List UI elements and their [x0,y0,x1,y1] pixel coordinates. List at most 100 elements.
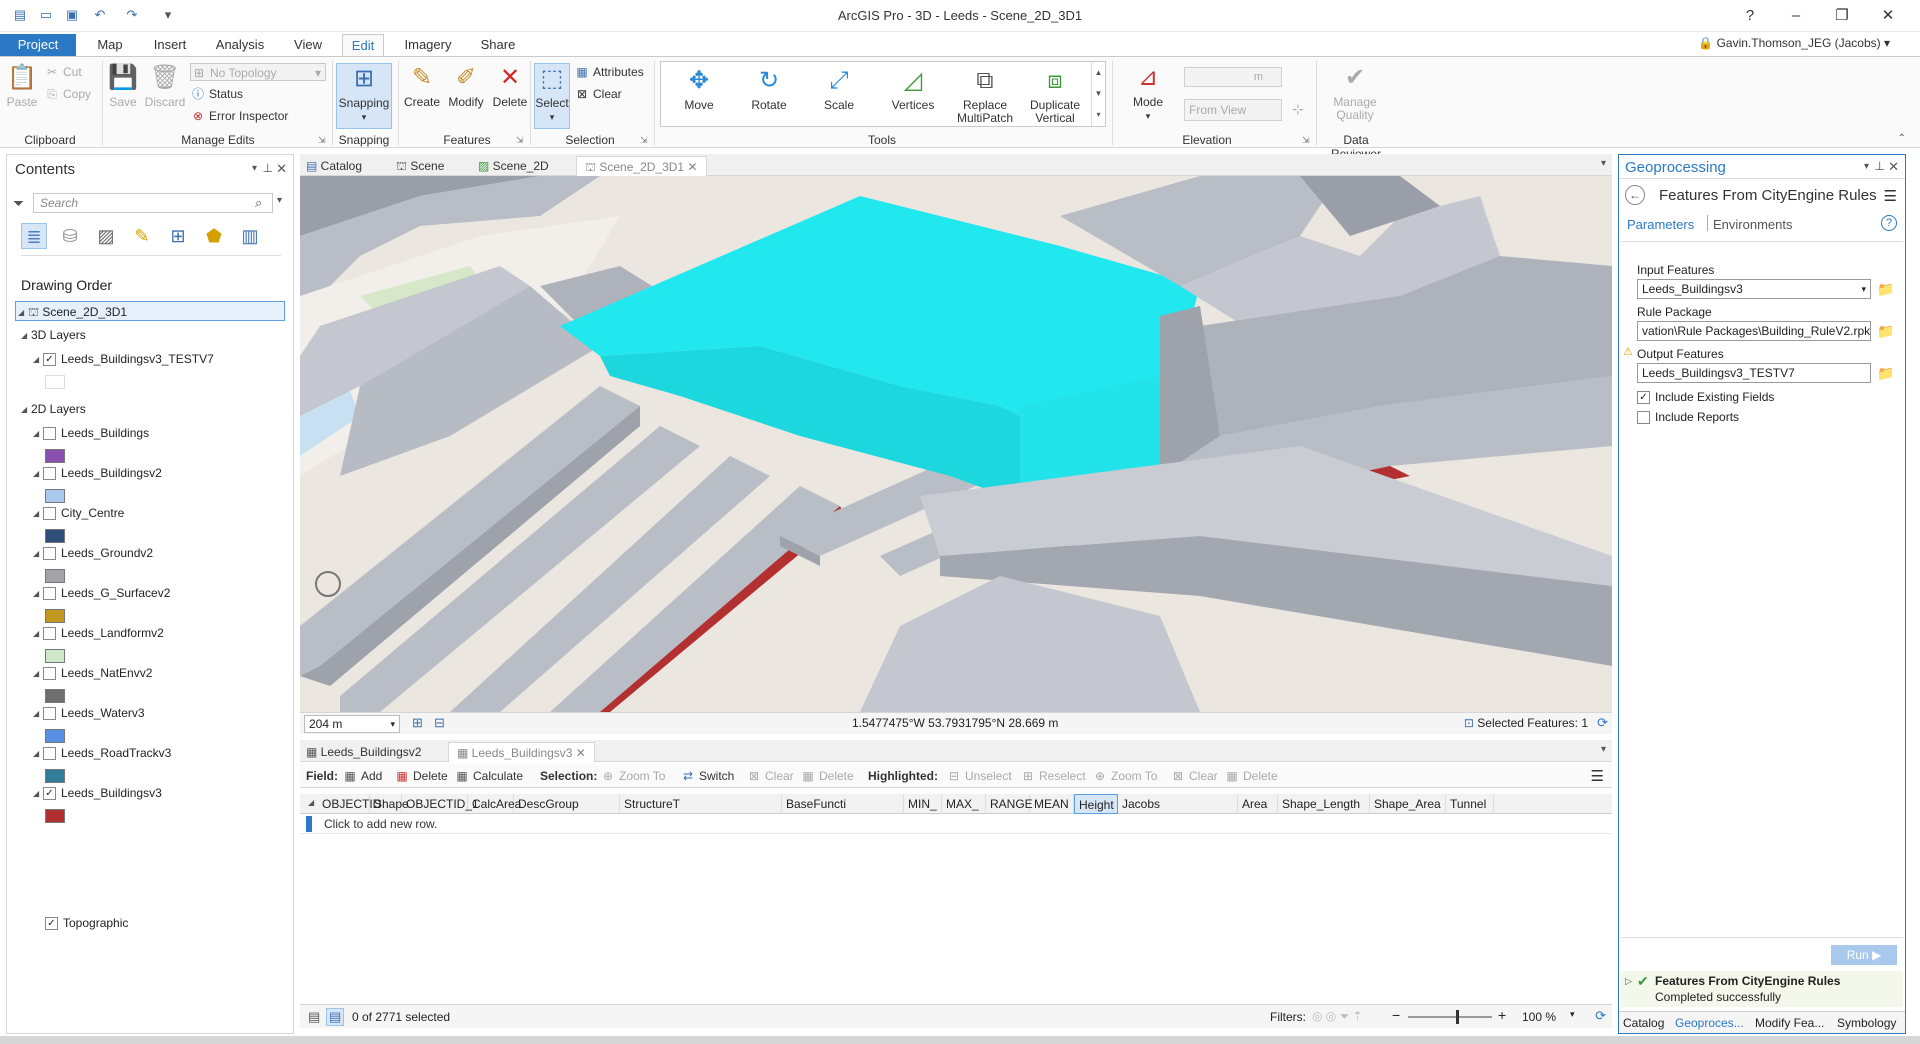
column-header[interactable]: Shape_Length [1278,794,1370,814]
include-existing-fields-checkbox[interactable]: ✓ [1637,391,1650,405]
output-features-input[interactable]: Leeds_Buildingsv3_TESTV7 [1637,363,1871,383]
list-by-snapping-icon[interactable]: ⊞ [165,223,191,249]
layer-visibility-checkbox[interactable] [43,747,56,761]
zoom-out-icon[interactable]: − [1392,1007,1400,1023]
close-tab-icon[interactable]: ✕ [576,746,586,760]
unselect-button[interactable]: ⊟ Unselect [946,767,1012,785]
bottom-tab-modify-features[interactable]: Modify Fea... [1755,1016,1824,1030]
view-tab-scene-2d-3d1[interactable]: ⛫ Scene_2D_3D1 ✕ [576,156,707,176]
layer-visibility-checkbox[interactable] [43,427,56,441]
layer-item[interactable]: ◢ City_Centre [33,503,124,523]
zoom-to-selection-button[interactable]: ⊕ Zoom To [600,767,666,785]
tool-menu-icon[interactable]: ☰ [1884,187,1897,205]
selection-launcher-icon[interactable]: ⇲ [640,135,648,146]
column-header[interactable]: StructureT [620,794,782,814]
gallery-scroll[interactable]: ▲ ▼ ▾ [1091,62,1105,126]
chevron-down-icon[interactable]: ▾ [1570,1009,1575,1020]
zoom-in-icon[interactable]: + [1498,1007,1506,1023]
layer-item[interactable]: ◢ Leeds_RoadTrackv3 [33,743,171,763]
move-tool[interactable]: ✥ Move [669,66,729,112]
layer-visibility-checkbox[interactable]: ✓ [45,917,58,931]
delete-selected-button[interactable]: ▦ Delete [800,767,853,785]
duplicate-vertical-tool[interactable]: ⧈ Duplicate Vertical [1023,66,1087,125]
from-view-input[interactable]: From View [1184,99,1282,121]
zoom-to-highlighted-button[interactable]: ⊕ Zoom To [1092,767,1158,785]
create-button[interactable]: ✎ Create [402,63,442,109]
tab-parameters[interactable]: Parameters [1627,217,1694,232]
back-arrow-icon[interactable]: ← [1625,185,1645,205]
delete-feature-button[interactable]: ✕ Delete [488,63,532,109]
list-by-selection-icon[interactable]: ▨ [93,223,119,249]
column-header[interactable]: RANGE [986,794,1033,814]
column-header[interactable]: Jacobs [1118,794,1238,814]
layer-visibility-checkbox[interactable]: ✓ [43,353,56,367]
list-by-data-source-icon[interactable]: ⛁ [57,223,83,249]
chevron-down-icon[interactable]: ▾ [277,195,282,206]
layer-item[interactable]: ◢ Leeds_G_Surfacev2 [33,583,170,603]
layer-visibility-checkbox[interactable] [43,667,56,681]
minimize-button[interactable]: – [1786,6,1806,26]
view-tab-scene-2d[interactable]: ▨ Scene_2D [478,156,549,176]
browse-folder-icon[interactable]: 📁 [1877,323,1894,339]
close-pane-icon[interactable]: ✕ [276,161,287,177]
show-selected-records-icon[interactable]: ▤ [326,1008,345,1026]
column-header[interactable]: Tunnel [1446,794,1494,814]
status-button[interactable]: ⓘ Status [190,85,243,103]
include-reports-checkbox[interactable] [1637,411,1650,425]
tab-analysis[interactable]: Analysis [208,34,272,56]
bottom-tab-geoprocessing[interactable]: Geoproces... [1675,1016,1744,1030]
refresh-icon[interactable]: ⟳ [1597,715,1608,731]
list-by-drawing-order-icon[interactable]: ≣ [21,223,47,249]
chevron-down-icon[interactable]: ▾ [1601,158,1606,169]
layer-visibility-checkbox[interactable] [43,507,56,521]
select-button[interactable]: ⬚ Select ▾ [534,63,570,129]
layer-visibility-checkbox[interactable]: ✓ [43,787,56,801]
paste-button[interactable]: 📋 Paste [4,63,40,109]
chevron-down-icon[interactable]: ▾ [1601,744,1606,755]
browse-folder-icon[interactable]: 📁 [1877,281,1894,297]
input-features-dropdown[interactable]: Leeds_Buildingsv3 ▾ [1637,279,1871,299]
grid-toggle-icon[interactable]: ⊟ [434,715,445,731]
modify-button[interactable]: ✐ Modify [444,63,488,109]
layer-item[interactable]: ◢ Leeds_Buildings [33,423,149,443]
add-field-button[interactable]: ▦ Add [342,767,382,785]
help-button[interactable]: ? [1740,6,1760,26]
reselect-button[interactable]: ⊞ Reselect [1020,767,1086,785]
clear-highlighted-button[interactable]: ⊠ Clear [1170,767,1218,785]
list-by-charts-icon[interactable]: ▥ [237,223,263,249]
basemap-item[interactable]: ✓ Topographic [45,913,128,933]
search-icon[interactable]: ⌕ [255,195,262,211]
tab-environments[interactable]: Environments [1713,217,1792,232]
include-existing-fields-option[interactable]: ✓ Include Existing Fields [1637,387,1774,407]
browse-folder-icon[interactable]: 📁 [1877,365,1894,381]
list-by-editing-icon[interactable]: ✎ [129,223,155,249]
layer-visibility-checkbox[interactable] [43,627,56,641]
elevation-mode-button[interactable]: ⊿ Mode ▾ [1118,63,1178,123]
clear-table-selection-button[interactable]: ⊠ Clear [746,767,794,785]
restore-button[interactable]: ❐ [1832,6,1852,26]
attributes-button[interactable]: ▦ Attributes [574,63,643,81]
group-2d-layers[interactable]: ◢ 2D Layers [21,399,86,419]
calculate-field-button[interactable]: ▦ Calculate [454,767,523,785]
pane-options-icon[interactable]: ▾ [252,163,257,174]
column-header[interactable]: Shape_Area [1370,794,1446,814]
column-header[interactable]: CalcArea [468,794,521,814]
layer-item[interactable]: ◢ Leeds_Buildingsv2 [33,463,162,483]
pin-icon[interactable]: ⊥ [263,161,273,175]
view-tab-catalog[interactable]: ▤ Catalog [306,156,362,176]
tab-imagery[interactable]: Imagery [396,34,460,56]
column-header[interactable]: Shape [370,794,409,814]
column-header[interactable]: MIN_ [904,794,942,814]
column-header[interactable]: MAX_ [942,794,986,814]
manage-edits-launcher-icon[interactable]: ⇲ [318,135,326,146]
tab-view[interactable]: View [284,34,332,56]
delete-highlighted-button[interactable]: ▦ Delete [1224,767,1277,785]
features-launcher-icon[interactable]: ⇲ [516,135,524,146]
clear-selection-button[interactable]: ⊠ Clear [574,85,622,103]
layer-item[interactable]: ◢ Leeds_Waterv3 [33,703,145,723]
rule-package-input[interactable]: vation\Rule Packages\Building_RuleV2.rpk [1637,321,1871,341]
vertices-tool[interactable]: ◿ Vertices [881,66,945,112]
show-all-records-icon[interactable]: ▤ [308,1009,320,1025]
layer-item[interactable]: ◢ ✓ Leeds_Buildingsv3 [33,783,162,803]
zoom-slider[interactable] [1408,1016,1492,1018]
